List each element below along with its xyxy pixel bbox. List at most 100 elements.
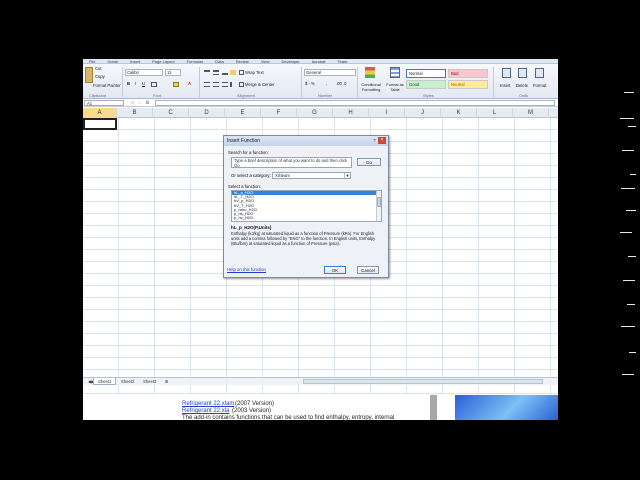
- font-color-icon[interactable]: A: [188, 81, 191, 86]
- decimal-icon[interactable]: .00 .0: [336, 81, 346, 86]
- fill-color-icon[interactable]: [173, 82, 179, 87]
- column-header[interactable]: F: [261, 108, 297, 118]
- cancel-entry-icon[interactable]: ✕: [131, 100, 135, 105]
- sheet-tab-bar: ◀▶ Sheet1 Sheet2 Sheet3 ⊞: [83, 377, 558, 385]
- doc-link-xlam[interactable]: Refrigerant 22.xlam: [182, 401, 234, 407]
- help-on-function-link[interactable]: Help on this function: [227, 267, 266, 272]
- align-top-icon[interactable]: [204, 70, 210, 75]
- tab-home[interactable]: Home: [101, 59, 124, 64]
- copy-button[interactable]: Copy: [95, 74, 105, 79]
- format-as-table-button[interactable]: Format as Table: [385, 82, 405, 92]
- insert-cells-button[interactable]: Insert: [500, 83, 510, 88]
- comma-style-icon[interactable]: ,: [326, 81, 327, 86]
- style-good[interactable]: Good: [406, 80, 446, 89]
- column-header[interactable]: D: [189, 108, 225, 118]
- number-group-label: Number: [318, 93, 333, 98]
- ok-button[interactable]: OK: [324, 266, 346, 274]
- go-button[interactable]: Go: [357, 158, 381, 166]
- tab-page-layout[interactable]: Page Layout: [146, 59, 180, 64]
- delete-cells-icon[interactable]: [518, 68, 527, 78]
- borders-icon[interactable]: [151, 82, 157, 87]
- style-normal[interactable]: Normal: [406, 69, 446, 78]
- list-item[interactable]: p_hv_H2O: [232, 215, 381, 220]
- insert-cells-icon[interactable]: [502, 68, 511, 78]
- currency-icon[interactable]: $ - %: [305, 81, 315, 86]
- close-icon[interactable]: ×: [378, 137, 386, 144]
- horizontal-scrollbar[interactable]: [303, 379, 543, 384]
- doc-scrollbar[interactable]: [430, 395, 437, 420]
- category-label: Or select a category:: [231, 173, 271, 178]
- cancel-button[interactable]: Cancel: [357, 266, 379, 274]
- tab-review[interactable]: Review: [230, 59, 255, 64]
- align-bottom-icon[interactable]: [222, 70, 228, 75]
- conditional-formatting-button[interactable]: Conditional Formatting: [359, 82, 383, 92]
- ribbon-divider: [301, 67, 302, 97]
- sheet-tab-2[interactable]: Sheet2: [117, 378, 138, 385]
- delete-cells-button[interactable]: Delete: [516, 83, 528, 88]
- name-box[interactable]: A1: [84, 100, 124, 106]
- doc-link-xla-note: (2003 Version): [232, 408, 272, 414]
- new-sheet-icon[interactable]: ⊞: [161, 378, 173, 385]
- column-header[interactable]: G: [297, 108, 333, 118]
- column-header[interactable]: K: [441, 108, 477, 118]
- tab-insert[interactable]: Insert: [124, 59, 146, 64]
- search-function-input[interactable]: Type a brief description of what you wan…: [231, 157, 352, 168]
- tab-developer[interactable]: Developer: [275, 59, 305, 64]
- formula-input[interactable]: [155, 100, 555, 106]
- tab-view[interactable]: View: [255, 59, 276, 64]
- tab-acrobat[interactable]: Acrobat: [306, 59, 332, 64]
- style-bad[interactable]: Bad: [448, 69, 488, 78]
- wrap-text-button[interactable]: Wrap Text: [245, 70, 264, 75]
- conditional-formatting-icon[interactable]: [365, 67, 375, 78]
- help-icon[interactable]: ?: [372, 138, 377, 143]
- tab-data[interactable]: Data: [209, 59, 229, 64]
- scroll-thumb[interactable]: [377, 197, 381, 207]
- format-painter-button[interactable]: Format Painter: [93, 83, 121, 88]
- wrap-text-icon[interactable]: [239, 70, 244, 75]
- chevron-down-icon[interactable]: ▼: [344, 173, 350, 178]
- doc-link-xlam-note: (2007 Version): [235, 401, 275, 407]
- tab-formulas[interactable]: Formulas: [181, 59, 210, 64]
- tab-team[interactable]: Team: [332, 59, 354, 64]
- align-center-icon[interactable]: [213, 82, 219, 87]
- merge-center-icon[interactable]: [239, 82, 244, 87]
- align-middle-icon[interactable]: [213, 70, 219, 75]
- function-list[interactable]: hL_p_H2O hL_T_H2O hV_p_H2O hV_T_H2O p_hr…: [231, 190, 382, 222]
- column-header[interactable]: H: [333, 108, 369, 118]
- style-neutral[interactable]: Neutral: [448, 80, 488, 89]
- tab-file[interactable]: File: [83, 59, 101, 64]
- align-left-icon[interactable]: [204, 82, 210, 87]
- paste-icon[interactable]: [85, 67, 93, 83]
- column-header[interactable]: J: [405, 108, 441, 118]
- function-signature: hL_p_H2O(P,Units): [231, 225, 272, 230]
- sheet-tab-1[interactable]: Sheet1: [93, 378, 117, 385]
- format-cells-icon[interactable]: [535, 68, 544, 78]
- underline-icon[interactable]: U: [142, 81, 145, 86]
- active-cell[interactable]: [83, 118, 117, 130]
- ribbon-divider: [122, 67, 123, 97]
- column-header[interactable]: A: [83, 108, 117, 118]
- confirm-entry-icon[interactable]: ✓: [138, 100, 142, 105]
- column-header[interactable]: I: [369, 108, 405, 118]
- list-scrollbar[interactable]: [376, 191, 381, 221]
- indent-icon[interactable]: [230, 82, 236, 87]
- align-right-icon[interactable]: [222, 82, 228, 87]
- orientation-icon[interactable]: [230, 70, 236, 75]
- italic-icon[interactable]: I: [135, 81, 136, 86]
- sheet-tab-3[interactable]: Sheet3: [139, 378, 160, 385]
- screen-edge-artifact: [618, 90, 640, 390]
- desktop-background: [455, 395, 558, 420]
- bold-icon[interactable]: B: [127, 81, 130, 86]
- cut-button[interactable]: Cut: [95, 66, 102, 71]
- column-header[interactable]: C: [153, 108, 189, 118]
- column-header[interactable]: M: [513, 108, 549, 118]
- column-header[interactable]: B: [117, 108, 153, 118]
- format-cells-button[interactable]: Format: [533, 83, 546, 88]
- column-header[interactable]: E: [225, 108, 261, 118]
- column-header[interactable]: L: [477, 108, 513, 118]
- merge-center-button[interactable]: Merge & Center: [245, 82, 275, 87]
- doc-link-xla[interactable]: Refrigerant 22.xla: [182, 408, 229, 414]
- insert-function-icon[interactable]: fx: [146, 100, 149, 105]
- format-as-table-icon[interactable]: [390, 67, 400, 78]
- category-select[interactable]: XSteam ▼: [272, 172, 351, 179]
